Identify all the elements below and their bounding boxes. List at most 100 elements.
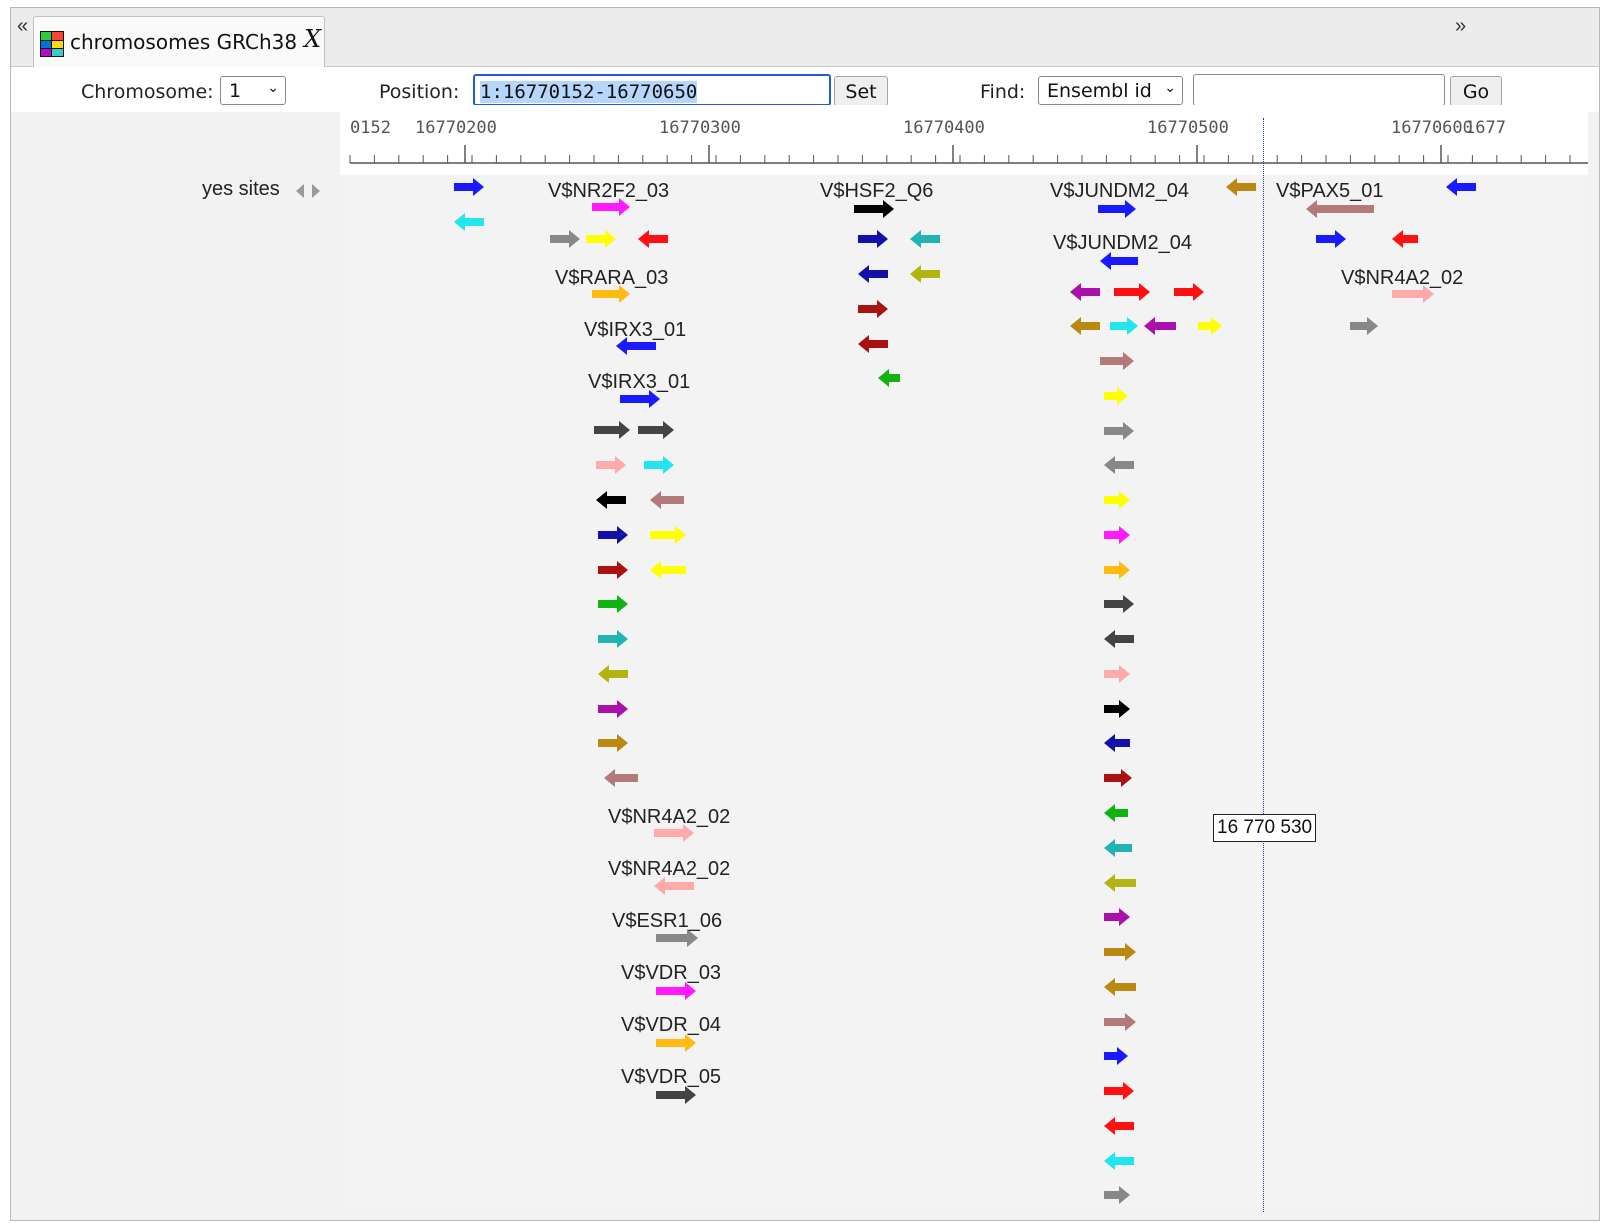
- site-arrow-forward[interactable]: [1104, 595, 1134, 613]
- close-tab-icon[interactable]: X: [304, 25, 321, 53]
- site-arrow-forward[interactable]: [550, 230, 580, 248]
- site-arrow-forward[interactable]: [1114, 283, 1150, 301]
- site-arrow-forward[interactable]: [1104, 387, 1128, 405]
- site-arrow-forward[interactable]: [1104, 700, 1130, 718]
- site-arrow-forward[interactable]: [638, 421, 674, 439]
- scroll-tabs-left-button[interactable]: «: [17, 16, 28, 36]
- site-arrow-reverse[interactable]: [1144, 317, 1176, 335]
- site-arrow-reverse[interactable]: [910, 265, 940, 283]
- site-arrow-reverse[interactable]: [1104, 1117, 1134, 1135]
- site-arrow-forward[interactable]: [1104, 491, 1130, 509]
- site-arrow-forward[interactable]: [1104, 769, 1132, 787]
- site-arrow-forward[interactable]: [1104, 1082, 1134, 1100]
- sites-track-svg: V$NR2F2_03 V$HSF2_Q6 V$JUNDM2_04 V$PAX5_01 V…: [454, 178, 1476, 1204]
- site-arrow-forward[interactable]: [454, 178, 484, 196]
- site-arrow-forward[interactable]: [858, 230, 888, 248]
- site-arrow-forward[interactable]: [1350, 317, 1378, 335]
- site-arrow-reverse[interactable]: [910, 230, 940, 248]
- site-arrow-forward[interactable]: [854, 200, 894, 218]
- site-label: V$IRX3_01: [584, 319, 686, 341]
- find-type-select[interactable]: Ensembl id ⌄: [1038, 76, 1183, 105]
- site-arrow-reverse[interactable]: [650, 561, 686, 579]
- caret-right-icon[interactable]: [312, 184, 320, 198]
- site-label: V$IRX3_01: [588, 371, 690, 393]
- site-arrow-forward[interactable]: [1104, 526, 1130, 544]
- site-arrow-reverse[interactable]: [1104, 734, 1130, 752]
- site-arrow-forward[interactable]: [656, 982, 696, 1000]
- site-arrow-forward[interactable]: [1104, 908, 1130, 926]
- site-label: V$NR4A2_02: [608, 806, 730, 828]
- site-label: V$VDR_03: [621, 962, 721, 984]
- site-arrow-forward[interactable]: [858, 300, 888, 318]
- site-arrow-reverse[interactable]: [1226, 178, 1256, 196]
- ruler-tick-label: 1677: [1465, 118, 1506, 138]
- site-arrow-forward[interactable]: [598, 700, 628, 718]
- site-arrow-reverse[interactable]: [1104, 978, 1136, 996]
- genome-logo-icon: [40, 31, 64, 57]
- ruler-svg: 0152 16770200 16770300 16770400 16770500 1677…: [349, 118, 1588, 164]
- site-arrow-reverse[interactable]: [454, 213, 484, 231]
- chromosome-select[interactable]: 1 ⌄: [220, 76, 286, 105]
- set-button[interactable]: Set: [834, 76, 888, 106]
- site-arrow-forward[interactable]: [650, 526, 686, 544]
- site-arrow-forward[interactable]: [656, 1086, 696, 1104]
- position-input[interactable]: 1:16770152-16770650: [473, 74, 831, 106]
- site-label: V$JUNDM2_04: [1050, 180, 1189, 202]
- site-arrow-forward[interactable]: [1104, 943, 1136, 961]
- site-arrow-forward[interactable]: [1104, 561, 1130, 579]
- site-arrow-reverse[interactable]: [1104, 804, 1128, 822]
- site-arrow-forward[interactable]: [1104, 422, 1134, 440]
- site-arrow-reverse[interactable]: [1104, 630, 1134, 648]
- chromosome-select-value: 1: [229, 80, 242, 102]
- site-arrow-reverse[interactable]: [878, 369, 900, 387]
- site-arrow-forward[interactable]: [586, 230, 616, 248]
- site-arrow-forward[interactable]: [1104, 1186, 1130, 1204]
- site-arrow-forward[interactable]: [598, 630, 628, 648]
- site-arrow-reverse[interactable]: [1392, 230, 1418, 248]
- site-arrow-reverse[interactable]: [1104, 874, 1136, 892]
- site-label: V$NR4A2_02: [608, 858, 730, 880]
- site-arrow-reverse[interactable]: [1104, 839, 1132, 857]
- site-arrow-forward[interactable]: [1104, 1047, 1128, 1065]
- site-arrow-forward[interactable]: [596, 456, 626, 474]
- site-arrow-forward[interactable]: [1110, 317, 1138, 335]
- site-arrow-forward[interactable]: [598, 734, 628, 752]
- site-arrow-reverse[interactable]: [858, 335, 888, 353]
- site-arrow-forward[interactable]: [598, 595, 628, 613]
- site-arrow-reverse[interactable]: [1104, 456, 1134, 474]
- site-arrow-reverse[interactable]: [596, 491, 626, 509]
- site-arrow-reverse[interactable]: [1100, 252, 1138, 270]
- site-arrow-forward[interactable]: [1100, 352, 1134, 370]
- scroll-tabs-right-button[interactable]: »: [1455, 16, 1466, 36]
- go-button[interactable]: Go: [1450, 76, 1502, 106]
- tab-chromosomes[interactable]: chromosomes GRCh38 X: [33, 16, 325, 67]
- site-arrow-reverse[interactable]: [1306, 200, 1374, 218]
- site-arrow-forward[interactable]: [1098, 200, 1136, 218]
- find-input[interactable]: [1193, 74, 1445, 106]
- site-arrow-forward[interactable]: [1316, 230, 1346, 248]
- site-arrow-reverse[interactable]: [638, 230, 668, 248]
- tab-bar: « » chromosomes GRCh38 X: [11, 8, 1599, 67]
- site-arrow-forward[interactable]: [1198, 317, 1222, 335]
- site-arrow-forward[interactable]: [594, 421, 630, 439]
- position-input-value: 1:16770152-16770650: [480, 81, 698, 103]
- site-arrow-forward[interactable]: [644, 456, 674, 474]
- site-arrow-reverse[interactable]: [1070, 283, 1100, 301]
- site-arrow-forward[interactable]: [1104, 665, 1130, 683]
- site-arrow-forward[interactable]: [598, 526, 628, 544]
- site-arrow-reverse[interactable]: [598, 665, 628, 683]
- site-arrow-reverse[interactable]: [1446, 178, 1476, 196]
- caret-left-icon[interactable]: [296, 184, 304, 198]
- site-arrow-reverse[interactable]: [1070, 317, 1100, 335]
- site-arrow-forward[interactable]: [1104, 1013, 1136, 1031]
- site-arrow-reverse[interactable]: [604, 769, 638, 787]
- find-type-value: Ensembl id: [1047, 80, 1152, 102]
- site-arrow-forward[interactable]: [598, 561, 628, 579]
- site-arrow-reverse[interactable]: [1104, 1152, 1134, 1170]
- site-arrow-forward[interactable]: [1174, 283, 1204, 301]
- site-arrow-reverse[interactable]: [858, 265, 888, 283]
- site-label: V$PAX5_01: [1276, 180, 1384, 202]
- site-arrow-reverse[interactable]: [650, 491, 684, 509]
- site-arrow-forward[interactable]: [656, 1034, 696, 1052]
- site-label: V$JUNDM2_04: [1053, 232, 1192, 254]
